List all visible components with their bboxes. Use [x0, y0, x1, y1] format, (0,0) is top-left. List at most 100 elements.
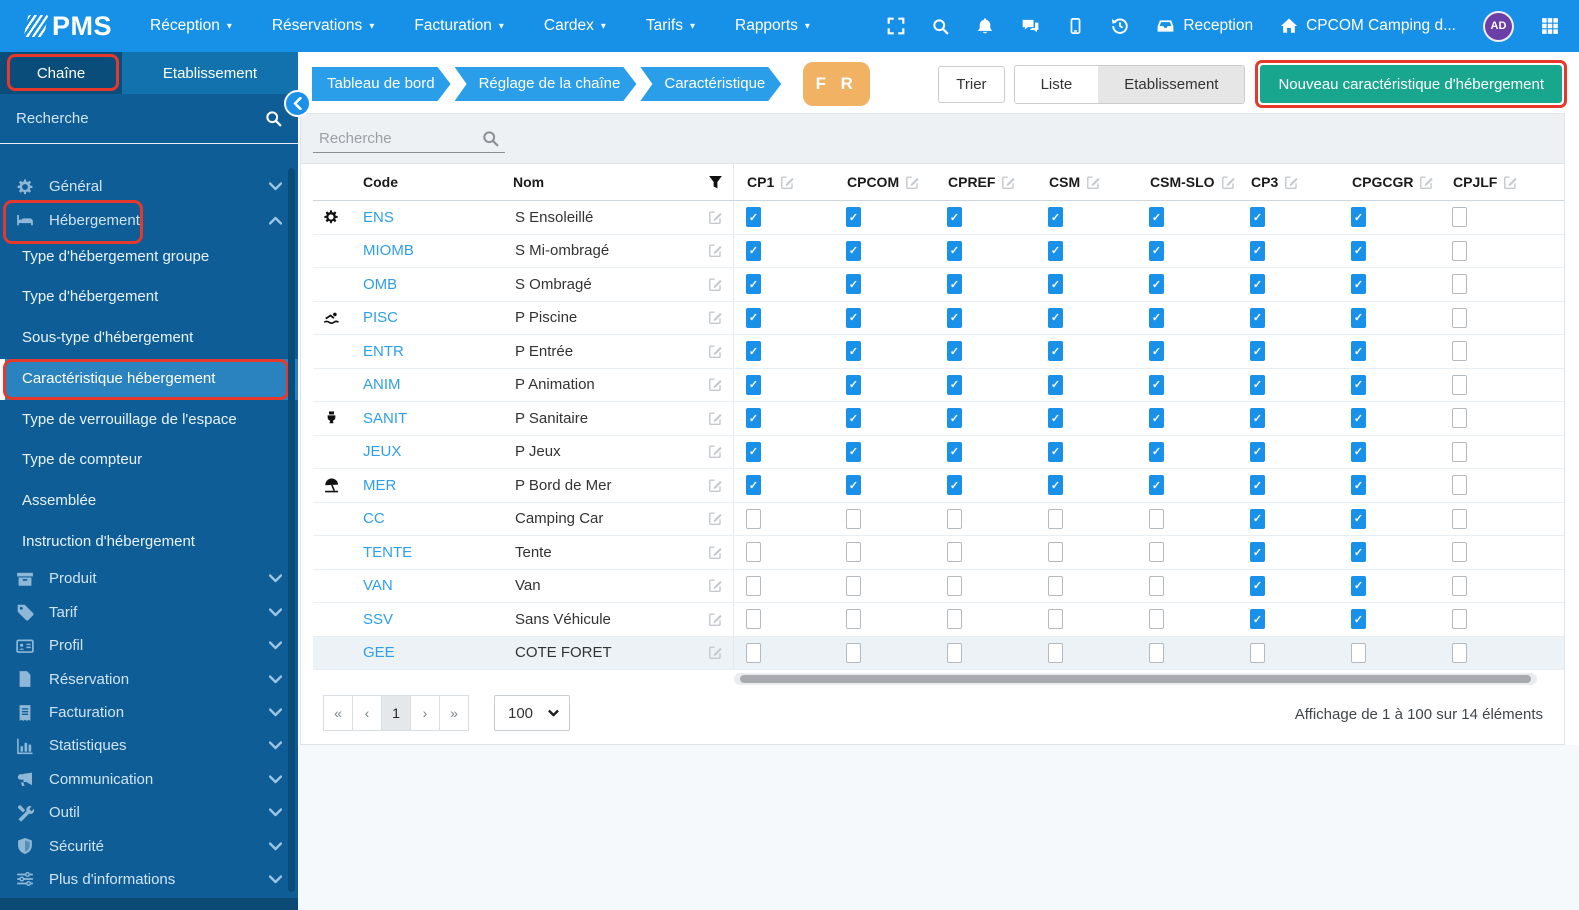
checkbox-ens-cpcom[interactable]: ✓ — [846, 207, 861, 228]
checkbox-ssv-csm[interactable] — [1048, 609, 1063, 630]
checkbox-entr-cp3[interactable]: ✓ — [1250, 341, 1265, 362]
avatar[interactable]: AD — [1483, 10, 1514, 42]
checkbox-ens-cpref[interactable]: ✓ — [947, 207, 962, 228]
checkbox-pisc-cp1[interactable]: ✓ — [746, 307, 761, 328]
checkbox-sanit-cp1[interactable]: ✓ — [746, 408, 761, 429]
sidebar-search-input[interactable]: Recherche — [0, 94, 298, 144]
menu-reservations[interactable]: Réservations ▾ — [272, 17, 375, 35]
checkbox-jeux-csm-slo[interactable]: ✓ — [1149, 441, 1164, 462]
edit-icon[interactable] — [1419, 175, 1434, 190]
checkbox-ens-cp1[interactable]: ✓ — [746, 207, 761, 228]
checkbox-jeux-cpcom[interactable]: ✓ — [846, 441, 861, 462]
sidebar-item-produit[interactable]: Produit — [0, 562, 298, 595]
checkbox-ssv-cpgcgr[interactable]: ✓ — [1351, 609, 1366, 630]
row-code-link[interactable]: GEE — [349, 644, 499, 661]
checkbox-jeux-cp3[interactable]: ✓ — [1250, 441, 1265, 462]
sidebar-item-sous-type-d-he-bergement[interactable]: Sous-type d'hébergement — [0, 318, 298, 359]
pagination-last[interactable]: » — [439, 695, 469, 731]
checkbox-cc-csm-slo[interactable] — [1149, 508, 1164, 529]
checkbox-gee-cpcom[interactable] — [846, 642, 861, 663]
edit-icon[interactable] — [708, 344, 723, 359]
breadcrumb-item[interactable]: Réglage de la chaîne — [455, 67, 637, 101]
checkbox-cc-cpgcgr[interactable]: ✓ — [1351, 508, 1366, 529]
checkbox-sanit-cpref[interactable]: ✓ — [947, 408, 962, 429]
language-badge[interactable]: F R — [803, 62, 871, 106]
breadcrumb-item[interactable]: Tableau de bord — [312, 67, 451, 101]
checkbox-anim-csm[interactable]: ✓ — [1048, 374, 1063, 395]
checkbox-ens-cpjlf[interactable] — [1452, 207, 1467, 228]
checkbox-entr-cpjlf[interactable] — [1452, 341, 1467, 362]
sidebar-item-se-curite-[interactable]: Sécurité — [0, 829, 298, 862]
checkbox-van-cpgcgr[interactable]: ✓ — [1351, 575, 1366, 596]
edit-icon[interactable] — [708, 511, 723, 526]
checkbox-tente-cpref[interactable] — [947, 542, 962, 563]
edit-icon[interactable] — [1001, 175, 1016, 190]
checkbox-gee-cp1[interactable] — [746, 642, 761, 663]
checkbox-van-cpcom[interactable] — [846, 575, 861, 596]
property-context-button[interactable]: CPCOM Camping d... — [1280, 17, 1456, 35]
menu-facturation[interactable]: Facturation ▾ — [414, 17, 504, 35]
row-code-link[interactable]: PISC — [349, 309, 499, 326]
checkbox-miomb-cpgcgr[interactable]: ✓ — [1351, 240, 1366, 261]
sidebar-item-type-de-compteur[interactable]: Type de compteur — [0, 440, 298, 481]
row-code-link[interactable]: SSV — [349, 611, 499, 628]
checkbox-omb-cpref[interactable]: ✓ — [947, 274, 962, 295]
checkbox-omb-cpgcgr[interactable]: ✓ — [1351, 274, 1366, 295]
pagination-first[interactable]: « — [323, 695, 353, 731]
tab-chaine[interactable]: Chaîne — [0, 52, 122, 94]
menu-tarifs[interactable]: Tarifs ▾ — [646, 17, 695, 35]
checkbox-mer-csm[interactable]: ✓ — [1048, 475, 1063, 496]
menu-rapports[interactable]: Rapports ▾ — [735, 17, 810, 35]
checkbox-cc-cp3[interactable]: ✓ — [1250, 508, 1265, 529]
checkbox-jeux-cpref[interactable]: ✓ — [947, 441, 962, 462]
view-etablissement-button[interactable]: Etablissement — [1098, 65, 1245, 103]
checkbox-tente-cp3[interactable]: ✓ — [1250, 542, 1265, 563]
checkbox-ens-cp3[interactable]: ✓ — [1250, 207, 1265, 228]
funnel-icon[interactable] — [708, 175, 723, 190]
checkbox-miomb-cpcom[interactable]: ✓ — [846, 240, 861, 261]
checkbox-anim-cpjlf[interactable] — [1452, 374, 1467, 395]
row-code-link[interactable]: VAN — [349, 577, 499, 594]
checkbox-pisc-cpgcgr[interactable]: ✓ — [1351, 307, 1366, 328]
sidebar-scrollbar[interactable] — [288, 168, 295, 892]
checkbox-miomb-cpref[interactable]: ✓ — [947, 240, 962, 261]
checkbox-tente-csm[interactable] — [1048, 542, 1063, 563]
checkbox-entr-cp1[interactable]: ✓ — [746, 341, 761, 362]
row-code-link[interactable]: ENTR — [349, 343, 499, 360]
sidebar-item-re-servation[interactable]: Réservation — [0, 662, 298, 695]
checkbox-jeux-cp1[interactable]: ✓ — [746, 441, 761, 462]
checkbox-entr-cpcom[interactable]: ✓ — [846, 341, 861, 362]
checkbox-van-csm-slo[interactable] — [1149, 575, 1164, 596]
checkbox-gee-cp3[interactable] — [1250, 642, 1265, 663]
checkbox-sanit-cpgcgr[interactable]: ✓ — [1351, 408, 1366, 429]
edit-icon[interactable] — [708, 377, 723, 392]
pagination-page-1[interactable]: 1 — [381, 695, 411, 731]
checkbox-cc-csm[interactable] — [1048, 508, 1063, 529]
checkbox-mer-csm-slo[interactable]: ✓ — [1149, 475, 1164, 496]
sidebar-item-ge-ne-ral[interactable]: Général — [0, 170, 298, 203]
checkbox-tente-cpgcgr[interactable]: ✓ — [1351, 542, 1366, 563]
sidebar-item-assemble-e[interactable]: Assemblée — [0, 481, 298, 522]
checkbox-van-cpjlf[interactable] — [1452, 575, 1467, 596]
checkbox-cc-cp1[interactable] — [746, 508, 761, 529]
checkbox-gee-cpjlf[interactable] — [1452, 642, 1467, 663]
edit-icon[interactable] — [780, 175, 795, 190]
checkbox-cc-cpcom[interactable] — [846, 508, 861, 529]
checkbox-entr-csm[interactable]: ✓ — [1048, 341, 1063, 362]
checkbox-mer-cp1[interactable]: ✓ — [746, 475, 761, 496]
checkbox-tente-cpcom[interactable] — [846, 542, 861, 563]
checkbox-tente-cp1[interactable] — [746, 542, 761, 563]
sidebar-item-communication[interactable]: Communication — [0, 763, 298, 796]
checkbox-sanit-csm-slo[interactable]: ✓ — [1149, 408, 1164, 429]
edit-icon[interactable] — [708, 645, 723, 660]
checkbox-miomb-csm[interactable]: ✓ — [1048, 240, 1063, 261]
edit-icon[interactable] — [708, 210, 723, 225]
checkbox-miomb-csm-slo[interactable]: ✓ — [1149, 240, 1164, 261]
sidebar-item-profil[interactable]: Profil — [0, 629, 298, 662]
checkbox-jeux-csm[interactable]: ✓ — [1048, 441, 1063, 462]
new-characteristic-button[interactable]: Nouveau caractéristique d'hébergement — [1260, 65, 1562, 103]
checkbox-ssv-cpref[interactable] — [947, 609, 962, 630]
checkbox-tente-csm-slo[interactable] — [1149, 542, 1164, 563]
menu-cardex[interactable]: Cardex ▾ — [544, 17, 606, 35]
checkbox-entr-csm-slo[interactable]: ✓ — [1149, 341, 1164, 362]
